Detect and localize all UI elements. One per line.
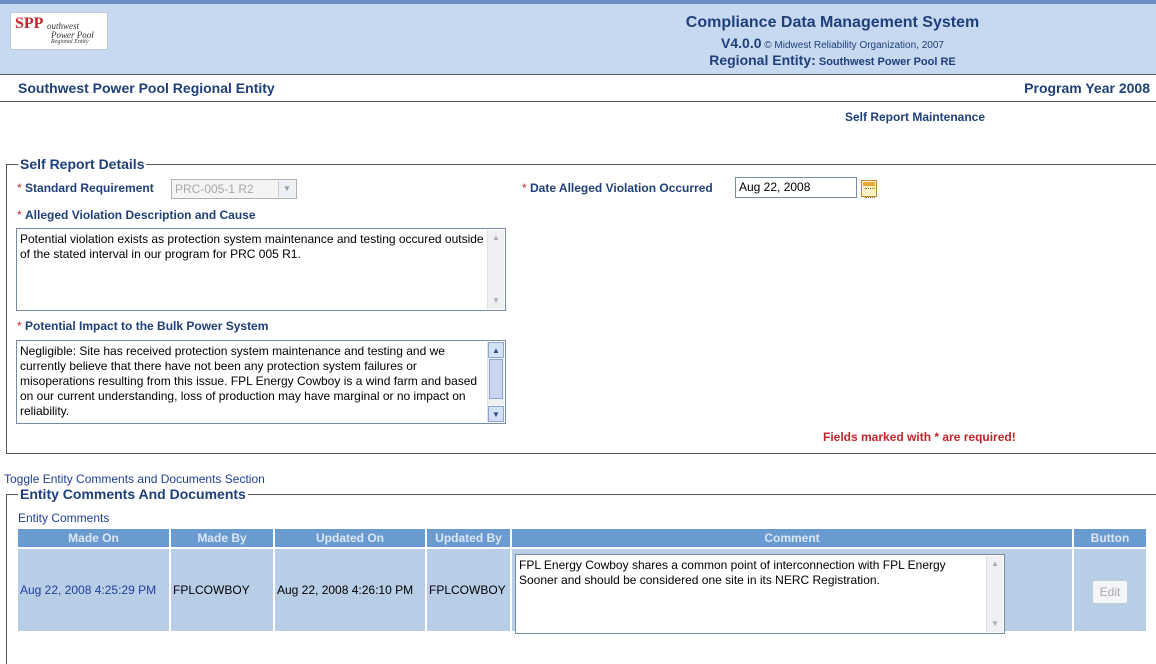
column-updated-on: Updated On [275, 529, 425, 547]
scroll-down-icon[interactable]: ▼ [488, 293, 504, 309]
scroll-up-icon[interactable]: ▲ [488, 230, 504, 246]
edit-button[interactable]: Edit [1092, 580, 1128, 604]
description-label: * Alleged Violation Description and Caus… [17, 208, 256, 222]
scroll-up-icon[interactable]: ▲ [488, 342, 504, 358]
standard-requirement-label-text: Standard Requirement [25, 181, 154, 195]
column-made-by: Made By [171, 529, 273, 547]
required-note: Fields marked with * are required! [823, 430, 1016, 444]
column-made-on: Made On [18, 529, 169, 547]
impact-textarea[interactable]: Negligible: Site has received protection… [16, 340, 506, 424]
updated-on-cell: Aug 22, 2008 4:26:10 PM [275, 549, 425, 631]
program-year: Program Year 2008 [1024, 80, 1150, 96]
scroll-down-icon[interactable]: ▼ [488, 406, 504, 422]
date-alleged-label-text: Date Alleged Violation Occurred [530, 181, 713, 195]
copyright-text: © Midwest Reliability Organization, 2007 [764, 40, 944, 51]
standard-requirement-value: PRC-005-1 R2 [175, 182, 254, 196]
impact-scrollbar[interactable]: ▲ ▼ [487, 342, 504, 422]
required-marker: * [17, 181, 22, 195]
entity-name: Southwest Power Pool Regional Entity [18, 80, 275, 96]
comments-table: Made On Made By Updated On Updated By Co… [16, 527, 1148, 634]
standard-requirement-select[interactable]: PRC-005-1 R2 ▼ [171, 179, 297, 199]
spp-logo: SPP outhwest Power Pool Regional Entity [10, 12, 108, 50]
scroll-down-icon[interactable]: ▼ [987, 616, 1003, 632]
scroll-thumb[interactable] [489, 359, 503, 399]
made-on-link[interactable]: Aug 22, 2008 4:25:29 PM [18, 549, 169, 631]
region-value: Southwest Power Pool RE [818, 56, 956, 68]
calendar-icon[interactable] [861, 180, 877, 198]
self-report-legend: Self Report Details [18, 156, 147, 172]
description-label-text: Alleged Violation Description and Cause [25, 208, 256, 222]
system-title: Compliance Data Management System [685, 14, 980, 31]
column-button: Button [1074, 529, 1146, 547]
date-alleged-label: * Date Alleged Violation Occurred [522, 181, 713, 195]
impact-label: * Potential Impact to the Bulk Power Sys… [17, 319, 268, 333]
comment-text: FPL Energy Cowboy shares a common point … [519, 558, 946, 587]
version-line: V4.0.0 © Midwest Reliability Organizatio… [640, 35, 1025, 51]
page-title: Self Report Maintenance [845, 110, 986, 124]
app-header: SPP outhwest Power Pool Regional Entity … [0, 0, 1156, 74]
entity-bar: Southwest Power Pool Regional Entity Pro… [0, 74, 1156, 102]
column-comment: Comment [512, 529, 1072, 547]
toggle-comments-link[interactable]: Toggle Entity Comments and Documents Sec… [4, 472, 265, 486]
updated-by-cell: FPLCOWBOY [427, 549, 510, 631]
logo-line-3: Regional Entity [51, 39, 89, 45]
entity-comments-subheading: Entity Comments [18, 511, 110, 525]
comment-textarea[interactable]: FPL Energy Cowboy shares a common point … [515, 554, 1005, 634]
description-textarea[interactable]: Potential violation exists as protection… [16, 228, 506, 311]
impact-label-text: Potential Impact to the Bulk Power Syste… [25, 319, 269, 333]
button-cell: Edit [1074, 549, 1146, 631]
comments-legend: Entity Comments And Documents [18, 486, 248, 502]
description-scrollbar[interactable]: ▲ ▼ [487, 230, 504, 309]
date-alleged-input[interactable]: Aug 22, 2008 [735, 177, 857, 198]
required-marker: * [522, 181, 527, 195]
made-by-cell: FPLCOWBOY [171, 549, 273, 631]
comment-scrollbar[interactable]: ▲ ▼ [986, 556, 1003, 632]
version-number: V4.0.0 [721, 35, 762, 51]
chevron-down-icon[interactable]: ▼ [278, 181, 295, 197]
comment-cell: FPL Energy Cowboy shares a common point … [512, 549, 1072, 634]
table-header-row: Made On Made By Updated On Updated By Co… [18, 529, 1146, 547]
description-text: Potential violation exists as protection… [20, 232, 484, 261]
logo-mark: SPP [15, 15, 44, 32]
required-marker: * [17, 319, 22, 333]
region-label: Regional Entity: [709, 52, 816, 68]
scroll-up-icon[interactable]: ▲ [987, 556, 1003, 572]
impact-text: Negligible: Site has received protection… [20, 344, 478, 418]
required-marker: * [17, 208, 22, 222]
column-updated-by: Updated By [427, 529, 510, 547]
table-row: Aug 22, 2008 4:25:29 PM FPLCOWBOY Aug 22… [18, 549, 1146, 634]
region-line: Regional Entity: Southwest Power Pool RE [640, 52, 1025, 68]
standard-requirement-label: * Standard Requirement [17, 181, 154, 195]
